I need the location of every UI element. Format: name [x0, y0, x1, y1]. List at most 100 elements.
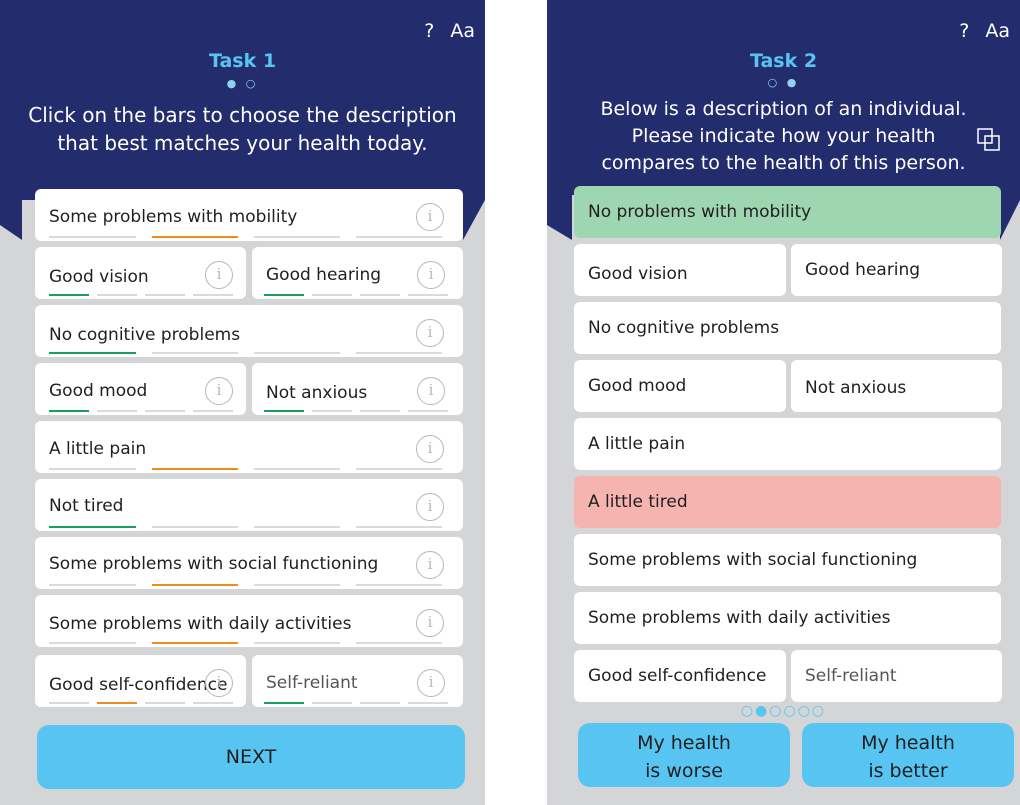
- level-bar-3[interactable]: [254, 584, 340, 586]
- item-tired[interactable]: Not tired i: [35, 479, 463, 531]
- item-label: Good mood: [588, 376, 687, 396]
- level-bar-4[interactable]: [193, 410, 233, 412]
- level-bar-1[interactable]: [49, 294, 89, 296]
- level-bar-1[interactable]: [49, 584, 136, 586]
- item-label: No cognitive problems: [588, 318, 780, 338]
- progress-dots: ○●○○○○: [740, 703, 827, 719]
- item-cognitive[interactable]: No cognitive problems i: [35, 305, 463, 357]
- level-bar-1[interactable]: [264, 702, 304, 704]
- info-icon[interactable]: i: [205, 261, 233, 289]
- level-bar-1[interactable]: [49, 236, 136, 238]
- level-bar-4[interactable]: [356, 642, 442, 644]
- level-bar-2[interactable]: [312, 410, 352, 412]
- item-label: Good hearing: [805, 260, 921, 280]
- info-icon[interactable]: i: [416, 435, 444, 463]
- level-bar-2[interactable]: [152, 526, 238, 528]
- item-social-functioning[interactable]: Some problems with social functioning i: [35, 537, 463, 589]
- help-icon[interactable]: ?: [959, 20, 969, 42]
- info-icon[interactable]: i: [417, 377, 445, 405]
- level-bar-1[interactable]: [49, 702, 89, 704]
- level-bar-2[interactable]: [312, 702, 352, 704]
- item-pain[interactable]: A little pain i: [35, 421, 463, 473]
- level-bar-2[interactable]: [152, 236, 238, 238]
- level-bar-4[interactable]: [193, 294, 233, 296]
- level-bar-4[interactable]: [356, 236, 442, 238]
- task-title: Task 1: [208, 50, 277, 72]
- next-button[interactable]: NEXT: [37, 725, 465, 789]
- level-bar-4[interactable]: [408, 410, 448, 412]
- level-bar-1[interactable]: [49, 642, 136, 644]
- step-indicator: ● ○: [226, 77, 259, 90]
- info-icon[interactable]: i: [416, 609, 444, 637]
- my-health-worse-button[interactable]: My health is worse: [578, 723, 790, 787]
- item-vision[interactable]: Good vision i: [35, 247, 246, 299]
- item-mobility[interactable]: Some problems with mobility i: [35, 189, 463, 241]
- level-bar-3[interactable]: [254, 526, 340, 528]
- top-toolbar: ? Aa: [414, 20, 475, 42]
- info-icon[interactable]: i: [417, 261, 445, 289]
- level-bar-1[interactable]: [49, 526, 136, 528]
- level-bar-2[interactable]: [152, 352, 238, 354]
- item-label: Not anxious: [266, 383, 368, 403]
- level-bar-1[interactable]: [49, 410, 89, 412]
- level-bar-3[interactable]: [145, 294, 185, 296]
- level-bar-1[interactable]: [49, 468, 136, 470]
- info-icon[interactable]: i: [416, 493, 444, 521]
- level-bar-4[interactable]: [193, 702, 233, 704]
- item-self-confidence[interactable]: Good self-confidence i: [35, 655, 246, 707]
- level-bar-3[interactable]: [254, 236, 340, 238]
- level-bar-4[interactable]: [356, 526, 442, 528]
- level-bar-1[interactable]: [264, 410, 304, 412]
- info-icon[interactable]: i: [416, 319, 444, 347]
- text-size-icon[interactable]: Aa: [985, 20, 1010, 42]
- item-label: Some problems with daily activities: [49, 614, 352, 634]
- text-size-icon[interactable]: Aa: [450, 20, 475, 42]
- info-icon[interactable]: i: [416, 203, 444, 231]
- level-bar-3[interactable]: [360, 294, 400, 296]
- level-bar-1[interactable]: [49, 352, 136, 354]
- person-item-hearing: Good hearing: [791, 244, 1002, 296]
- item-label: Not anxious: [805, 378, 907, 398]
- level-bar-3[interactable]: [360, 702, 400, 704]
- level-bar-2[interactable]: [97, 294, 137, 296]
- level-bar-2[interactable]: [312, 294, 352, 296]
- item-self-reliant[interactable]: Self-reliant i: [252, 655, 463, 707]
- item-label: A little tired: [588, 492, 688, 512]
- person-item-cognitive: No cognitive problems: [574, 302, 1001, 354]
- level-bar-4[interactable]: [356, 584, 442, 586]
- item-label: Some problems with daily activities: [588, 608, 891, 628]
- person-item-pain: A little pain: [574, 418, 1001, 470]
- my-health-better-button[interactable]: My health is better: [802, 723, 1014, 787]
- person-item-social-functioning: Some problems with social functioning: [574, 534, 1001, 586]
- level-bar-4[interactable]: [408, 294, 448, 296]
- item-hearing[interactable]: Good hearing i: [252, 247, 463, 299]
- item-mood[interactable]: Good mood i: [35, 363, 246, 415]
- item-anxious[interactable]: Not anxious i: [252, 363, 463, 415]
- info-icon[interactable]: i: [205, 669, 233, 697]
- level-bar-3[interactable]: [254, 642, 340, 644]
- step-indicator: ○ ●: [767, 76, 800, 89]
- item-label: A little pain: [49, 439, 147, 459]
- info-icon[interactable]: i: [205, 377, 233, 405]
- level-bar-1[interactable]: [264, 294, 304, 296]
- help-icon[interactable]: ?: [424, 20, 434, 42]
- item-daily-activities[interactable]: Some problems with daily activities i: [35, 595, 463, 647]
- level-bar-3[interactable]: [145, 702, 185, 704]
- info-icon[interactable]: i: [417, 669, 445, 697]
- level-bar-2[interactable]: [152, 642, 238, 644]
- level-bar-3[interactable]: [254, 468, 340, 470]
- level-bar-2[interactable]: [152, 584, 238, 586]
- level-bar-3[interactable]: [360, 410, 400, 412]
- item-label: Some problems with social functioning: [49, 554, 379, 574]
- level-bar-4[interactable]: [356, 468, 442, 470]
- level-bar-4[interactable]: [356, 352, 442, 354]
- level-bar-2[interactable]: [97, 410, 137, 412]
- info-icon[interactable]: i: [416, 551, 444, 579]
- overlap-squares-icon[interactable]: [975, 126, 1003, 154]
- level-bar-2[interactable]: [97, 702, 137, 704]
- level-bar-3[interactable]: [145, 410, 185, 412]
- item-label: Self-reliant: [805, 666, 897, 686]
- level-bar-2[interactable]: [152, 468, 238, 470]
- level-bar-4[interactable]: [408, 702, 448, 704]
- level-bar-3[interactable]: [254, 352, 340, 354]
